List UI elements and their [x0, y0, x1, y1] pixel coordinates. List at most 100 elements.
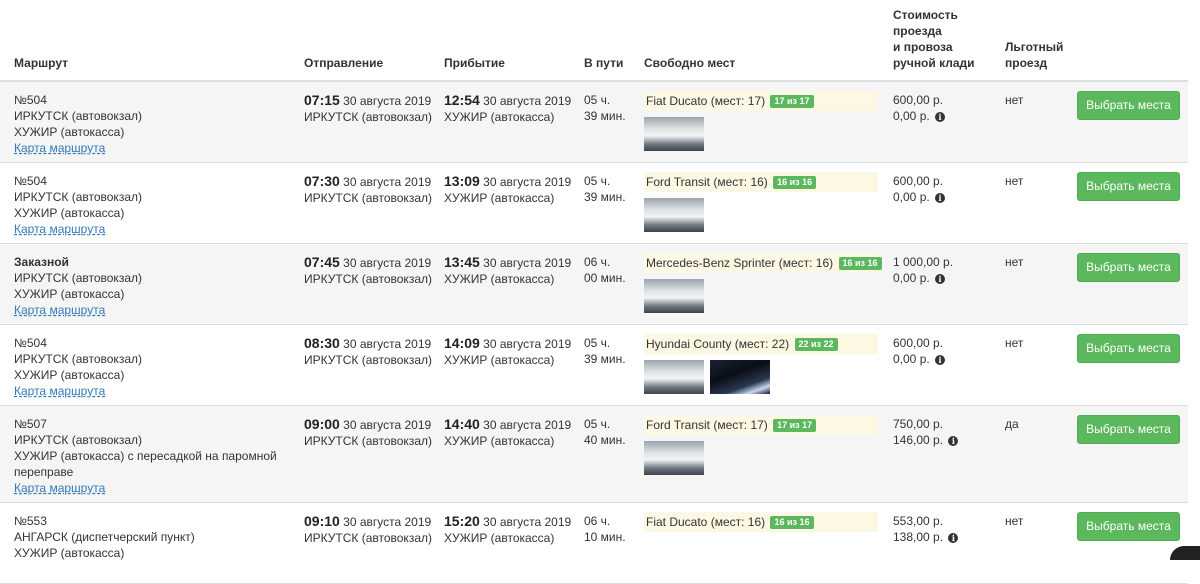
- header-route: Маршрут: [14, 56, 69, 70]
- arrival-time: 15:20: [444, 513, 480, 529]
- arrival-cell: 13:45 30 августа 2019 ХУЖИР (автокасса): [444, 254, 571, 287]
- info-icon[interactable]: i: [948, 436, 959, 446]
- price-baggage: 0,00 р.: [893, 109, 930, 123]
- arrival-time: 12:54: [444, 92, 480, 108]
- departure-place: ИРКУТСК (автовокзал): [304, 353, 432, 367]
- header-arrival: Прибытие: [444, 56, 505, 70]
- departure-place: ИРКУТСК (автовокзал): [304, 434, 432, 448]
- departure-cell: 08:30 30 августа 2019 ИРКУТСК (автовокза…: [304, 335, 432, 368]
- vehicle-name: Mercedes-Benz Sprinter (мест: 16): [646, 256, 834, 270]
- route-map-link[interactable]: Карта маршрута: [14, 141, 105, 155]
- vehicle-name: Hyundai County (мест: 22): [646, 337, 790, 351]
- select-seats-button[interactable]: Выбрать места: [1077, 334, 1180, 363]
- duration-minutes: 40 мин.: [584, 433, 626, 447]
- benefit-value: нет: [1005, 174, 1024, 188]
- table-row: №504 ИРКУТСК (автовокзал) ХУЖИР (автокас…: [0, 82, 1188, 163]
- vehicle-photo[interactable]: [644, 441, 704, 475]
- route-map-link[interactable]: Карта маршрута: [14, 481, 105, 495]
- price-fare: 1 000,00 р.: [893, 255, 954, 269]
- info-icon[interactable]: i: [935, 112, 946, 122]
- duration-hours: 05 ч.: [584, 174, 611, 188]
- vehicle-photo[interactable]: [644, 279, 704, 313]
- vehicle-photo[interactable]: [710, 360, 770, 394]
- duration-cell: 05 ч. 39 мин.: [584, 173, 634, 205]
- info-icon[interactable]: i: [935, 193, 946, 203]
- header-price-line: ручной клади: [893, 56, 975, 70]
- duration-hours: 05 ч.: [584, 417, 611, 431]
- route-cell: Заказной ИРКУТСК (автовокзал) ХУЖИР (авт…: [14, 254, 294, 318]
- info-icon[interactable]: i: [935, 355, 946, 365]
- route-map-link[interactable]: Карта маршрута: [14, 303, 105, 317]
- benefit-value: нет: [1005, 336, 1024, 350]
- route-cell: №553 АНГАРСК (диспетчерский пункт) ХУЖИР…: [14, 513, 294, 561]
- duration-minutes: 39 мин.: [584, 190, 626, 204]
- header-seats: Свободно мест: [644, 56, 736, 70]
- departure-time: 07:30: [304, 173, 340, 189]
- arrival-date: 30 августа 2019: [483, 256, 572, 270]
- departure-date: 30 августа 2019: [343, 175, 432, 189]
- select-seats-button[interactable]: Выбрать места: [1077, 415, 1180, 444]
- header-departure: Отправление: [304, 56, 384, 70]
- table-row: №507 ИРКУТСК (автовокзал) ХУЖИР (автокас…: [0, 406, 1188, 503]
- arrival-place: ХУЖИР (автокасса): [444, 531, 555, 545]
- route-to: ХУЖИР (автокасса): [14, 287, 125, 301]
- arrival-place: ХУЖИР (автокасса): [444, 191, 555, 205]
- select-seats-button[interactable]: Выбрать места: [1077, 91, 1180, 120]
- arrival-cell: 14:40 30 августа 2019 ХУЖИР (автокасса): [444, 416, 571, 449]
- price-baggage: 138,00 р.: [893, 530, 944, 544]
- table-row: №504 ИРКУТСК (автовокзал) ХУЖИР (автокас…: [0, 163, 1188, 244]
- departure-date: 30 августа 2019: [343, 337, 432, 351]
- arrival-place: ХУЖИР (автокасса): [444, 353, 555, 367]
- arrival-time: 14:09: [444, 335, 480, 351]
- departure-cell: 07:15 30 августа 2019 ИРКУТСК (автовокза…: [304, 92, 432, 125]
- duration-cell: 06 ч. 10 мин.: [584, 513, 634, 545]
- header-price: Стоимость проезда и провоза ручной клади: [893, 7, 975, 71]
- departure-cell: 07:30 30 августа 2019 ИРКУТСК (автовокза…: [304, 173, 432, 206]
- vehicle-info: Mercedes-Benz Sprinter (мест: 16) 16 из …: [644, 253, 882, 273]
- route-number: Заказной: [14, 255, 69, 269]
- duration-minutes: 10 мин.: [584, 530, 626, 544]
- header-duration: В пути: [584, 56, 624, 70]
- route-number: №504: [14, 93, 47, 107]
- duration-cell: 05 ч. 40 мин.: [584, 416, 634, 448]
- scroll-to-top-corner[interactable]: [1170, 546, 1200, 560]
- price-cell: 1 000,00 р. 0,00 р. i: [893, 254, 993, 286]
- arrival-date: 30 августа 2019: [483, 515, 572, 529]
- route-to: ХУЖИР (автокасса): [14, 368, 125, 382]
- vehicle-photo[interactable]: [644, 360, 704, 394]
- header-benefit-line: Льготный: [1005, 40, 1064, 54]
- price-cell: 600,00 р. 0,00 р. i: [893, 92, 993, 124]
- select-seats-button[interactable]: Выбрать места: [1077, 172, 1180, 201]
- vehicle-info: Ford Transit (мест: 16) 16 из 16: [644, 172, 878, 192]
- vehicle-photo[interactable]: [644, 117, 704, 151]
- benefit-value: нет: [1005, 255, 1024, 269]
- departure-date: 30 августа 2019: [343, 94, 432, 108]
- departure-time: 07:15: [304, 92, 340, 108]
- route-number: №504: [14, 174, 47, 188]
- arrival-place: ХУЖИР (автокасса): [444, 272, 555, 286]
- route-from: АНГАРСК (диспетчерский пункт): [14, 530, 195, 544]
- info-icon[interactable]: i: [935, 274, 946, 284]
- header-benefit: Льготный проезд: [1005, 39, 1063, 71]
- header-price-line: проезда: [893, 24, 942, 38]
- arrival-date: 30 августа 2019: [483, 175, 572, 189]
- seats-badge: 16 из 16: [770, 516, 814, 529]
- route-map-link[interactable]: Карта маршрута: [14, 222, 105, 236]
- vehicle-photo[interactable]: [644, 198, 704, 232]
- route-cell: №504 ИРКУТСК (автовокзал) ХУЖИР (автокас…: [14, 335, 294, 399]
- duration-cell: 06 ч. 00 мин.: [584, 254, 634, 286]
- departure-place: ИРКУТСК (автовокзал): [304, 110, 432, 124]
- seats-cell: Fiat Ducato (мест: 16) 16 из 16: [644, 512, 878, 532]
- route-map-link[interactable]: Карта маршрута: [14, 384, 105, 398]
- route-from: ИРКУТСК (автовокзал): [14, 109, 142, 123]
- price-baggage: 0,00 р.: [893, 271, 930, 285]
- info-icon[interactable]: i: [948, 533, 959, 543]
- route-number: №504: [14, 336, 47, 350]
- arrival-cell: 14:09 30 августа 2019 ХУЖИР (автокасса): [444, 335, 571, 368]
- select-seats-button[interactable]: Выбрать места: [1077, 512, 1180, 541]
- route-to-cont: переправе: [14, 465, 74, 479]
- header-price-line: и провоза: [893, 40, 953, 54]
- seats-cell: Mercedes-Benz Sprinter (мест: 16) 16 из …: [644, 253, 882, 313]
- seats-badge: 17 из 17: [770, 95, 814, 108]
- select-seats-button[interactable]: Выбрать места: [1077, 253, 1180, 282]
